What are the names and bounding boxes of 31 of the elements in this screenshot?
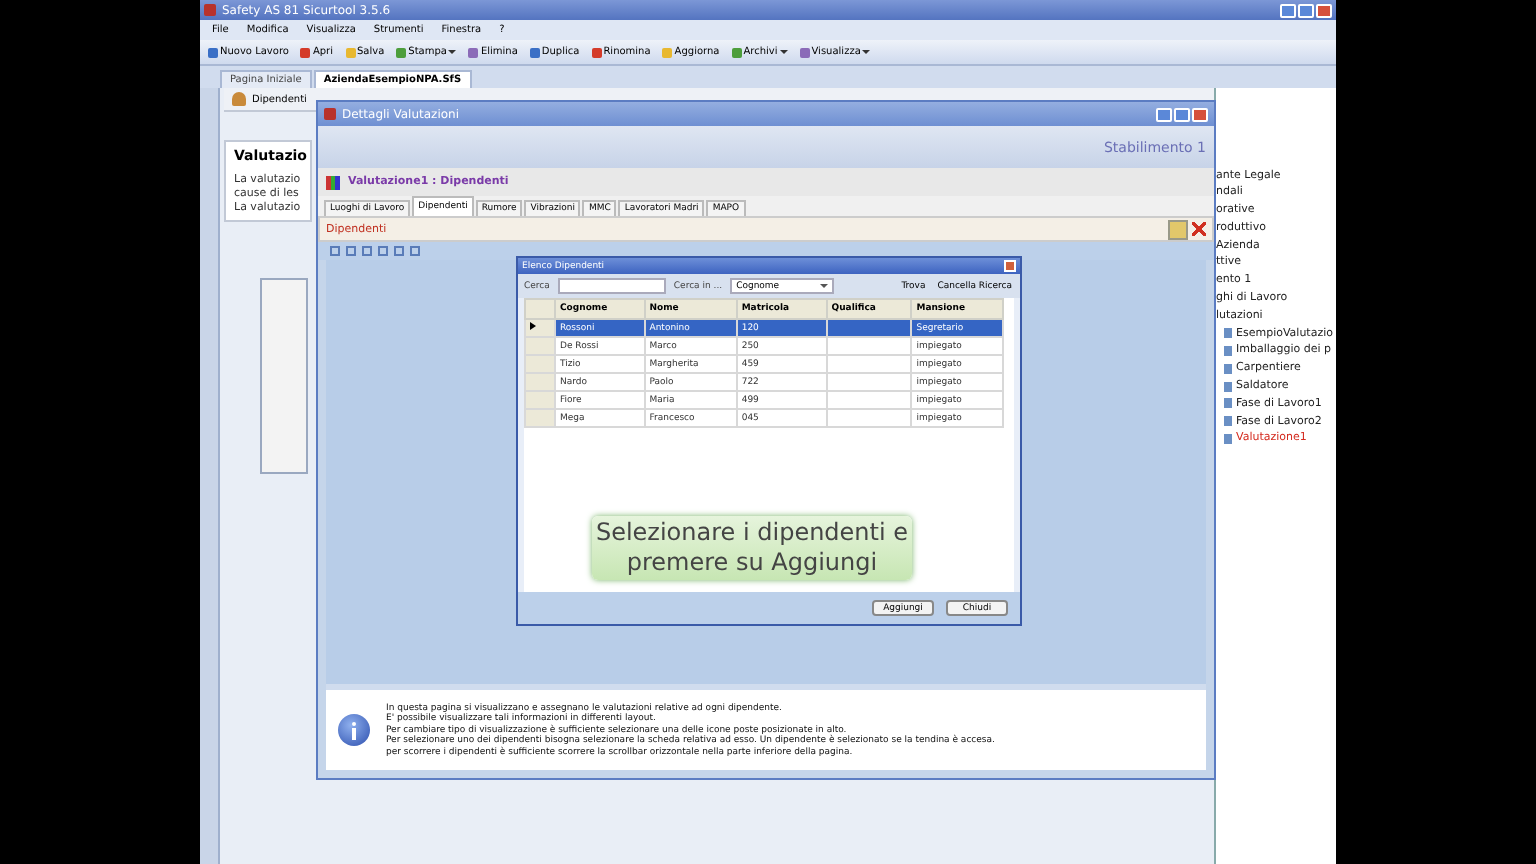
toolbar-icon <box>799 47 810 57</box>
add-icon[interactable] <box>1168 219 1188 239</box>
people-icon <box>232 92 246 106</box>
toolbar-icon <box>468 47 479 57</box>
maximize-icon[interactable] <box>1174 107 1190 121</box>
row-pointer-icon <box>530 322 536 330</box>
close-icon[interactable] <box>1192 107 1208 121</box>
bar-chart-icon <box>326 175 340 189</box>
close-icon[interactable] <box>1004 260 1016 272</box>
toolbar-icon <box>591 47 602 57</box>
maximize-icon[interactable] <box>1298 3 1314 17</box>
caret-icon <box>862 50 871 54</box>
caret-icon <box>448 50 457 54</box>
toolbar-icon <box>300 47 311 57</box>
toolbar-icon <box>396 47 407 57</box>
app-icon <box>204 4 216 16</box>
minimize-icon[interactable] <box>1156 107 1172 121</box>
minimize-icon[interactable] <box>1280 3 1296 17</box>
toolbar-icon <box>662 47 673 57</box>
delete-icon[interactable] <box>1192 222 1206 236</box>
toolbar-icon <box>529 47 540 57</box>
toolbar-icon <box>208 47 218 57</box>
caret-icon <box>820 284 829 288</box>
info-icon <box>338 714 370 746</box>
caret-icon <box>779 50 788 54</box>
close-icon[interactable] <box>1316 3 1332 17</box>
app-icon <box>324 108 336 120</box>
toolbar-icon <box>731 47 742 57</box>
toolbar-icon <box>345 47 355 57</box>
search-field[interactable] <box>557 278 666 294</box>
callout-bubble: Selezionare i dipendenti e premere su Aggiungi <box>592 516 912 580</box>
